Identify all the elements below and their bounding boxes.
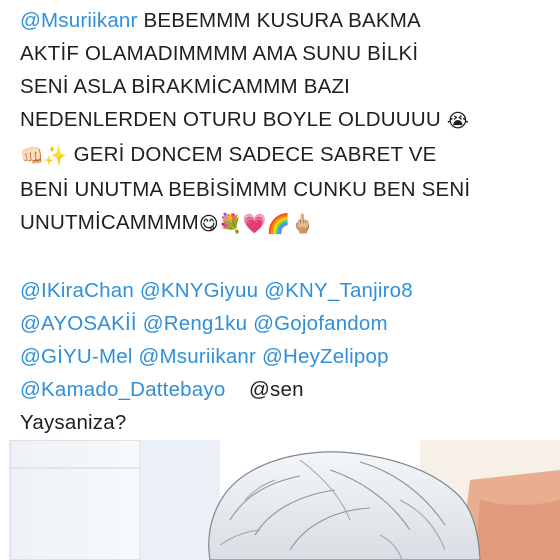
plain-mention-text: @sen [249,378,304,401]
mentions-line-3: @GİYU-Mel @Msuriikanr @HeyZelipop [20,340,550,373]
mentions-line-2: @AYOSAKİİ @Reng1ku @Gojofandom [20,307,550,340]
anime-character-illustration [0,440,560,560]
mention-link[interactable]: @GİYU-Mel [20,345,133,368]
sparkles-emoji-icon: ✨ [43,145,68,167]
mention-link[interactable]: @HeyZelipop [262,345,389,368]
post-text: @Msuriikanr BEBEMMM KUSURA BAKMA AKTİF O… [20,4,550,439]
closing-question: Yaysaniza? [20,411,127,434]
emoji-group-icon: 😋💐💗🌈🖕🏼 [198,213,315,235]
mention-link[interactable]: @IKiraChan [20,279,134,302]
mention-link[interactable]: @KNYGiyuu [140,279,258,302]
post-line-4: NEDENLERDEN OTURU BOYLE OLDUUUU 😭 [20,103,550,138]
fist-emoji-icon: 👊🏻 [20,145,44,167]
mention-link[interactable]: @Gojofandom [253,312,388,335]
mentions-line-4: @Kamado_Dattebayo @sen [20,373,550,406]
mention-link[interactable]: @AYOSAKİİ [20,312,137,335]
mention-link[interactable]: @Reng1ku [143,312,247,335]
crying-emoji-icon: 😭 [446,110,470,132]
mention-link[interactable]: @Kamado_Dattebayo [20,378,225,401]
post-text-segment: NEDENLERDEN OTURU BOYLE OLDUUUU [20,108,447,131]
post-line-2: AKTİF OLAMADIMMMM AMA SUNU BİLKİ [20,42,419,65]
post-text-segment: UNUTMİCAMMMM [20,211,199,234]
mention-link[interactable]: @Msuriikanr [20,9,138,32]
post-line-1: @Msuriikanr BEBEMMM KUSURA BAKMA [20,4,550,37]
mention-link[interactable]: @Msuriikanr [139,345,257,368]
attached-image[interactable] [0,440,560,560]
post-line-5: 👊🏻✨ GERİ DONCEM SADECE SABRET VE [20,138,550,173]
mentions-line-1: @IKiraChan @KNYGiyuu @KNY_Tanjiro8 [20,274,550,307]
post-text-segment: BEBEMMM KUSURA BAKMA [137,9,421,32]
post-text-segment: GERİ DONCEM SADECE SABRET VE [67,143,437,166]
post-line-3: SENİ ASLA BİRAKMİCAMMM BAZI [20,75,351,98]
mention-link[interactable]: @KNY_Tanjiro8 [264,279,413,302]
post-line-7: UNUTMİCAMMMM😋💐💗🌈🖕🏼 [20,206,550,241]
post-line-6: BENİ UNUTMA BEBİSİMMM CUNKU BEN SENİ [20,178,471,201]
